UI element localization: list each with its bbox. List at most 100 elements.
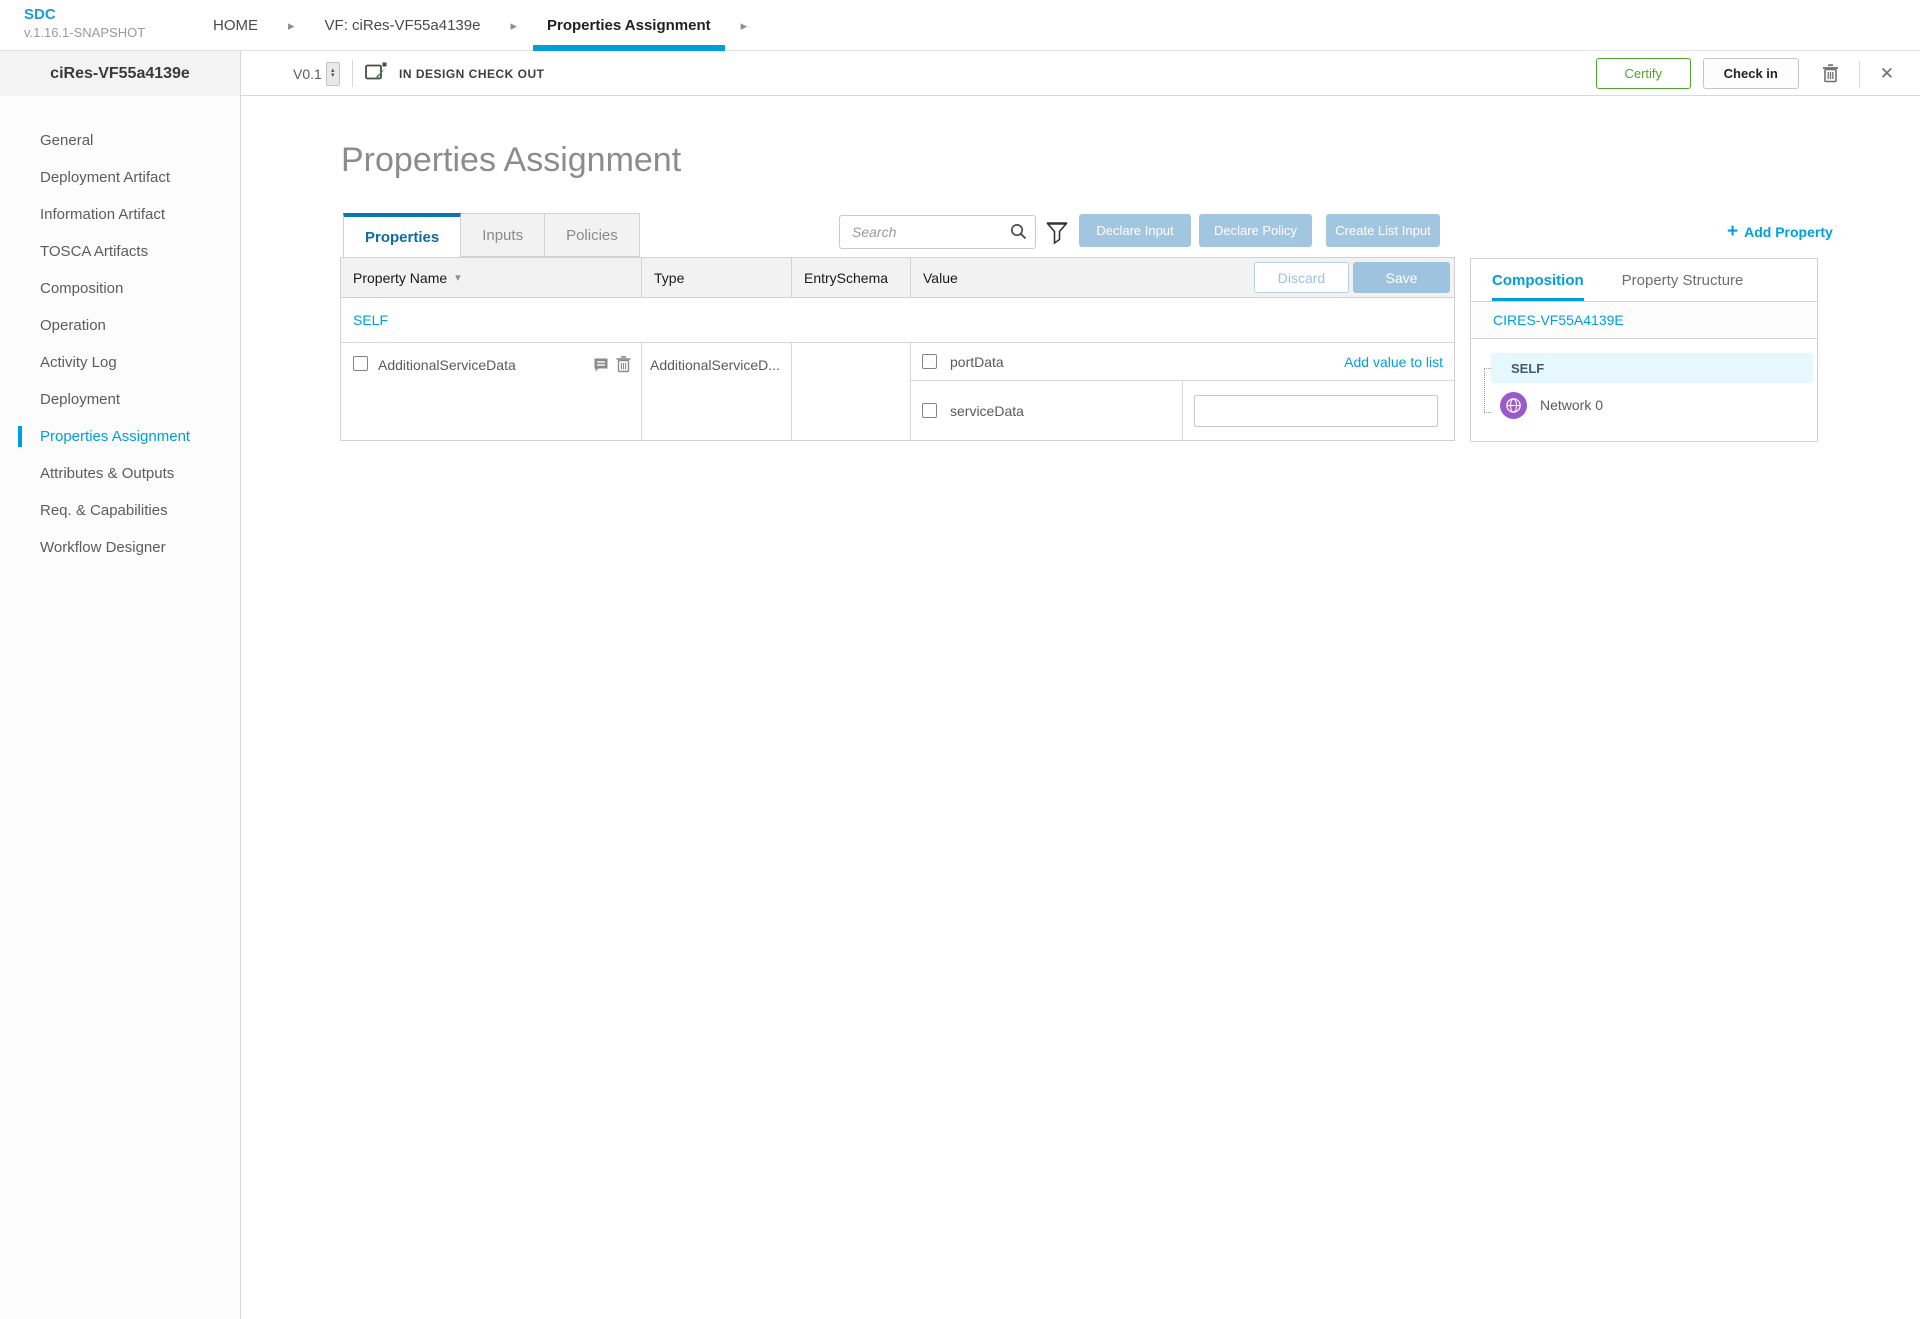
sidebar-item-tosca-artifacts[interactable]: TOSCA Artifacts — [0, 233, 240, 270]
check-in-button[interactable]: Check in — [1703, 58, 1799, 89]
tree-node-self[interactable]: SELF — [1491, 353, 1813, 383]
breadcrumb-arrow-icon: ▸ — [510, 19, 517, 32]
add-value-to-list-link[interactable]: Add value to list — [1344, 354, 1443, 370]
add-property-label: Add Property — [1744, 224, 1833, 240]
plus-icon: + — [1727, 222, 1738, 241]
sidebar-item-properties-assignment[interactable]: Properties Assignment — [0, 418, 240, 455]
sidebar-item-general[interactable]: General — [0, 122, 240, 159]
version-selector[interactable]: V0.1 ▴ ▾ — [293, 51, 340, 96]
value-item-name: serviceData — [950, 403, 1024, 419]
property-name[interactable]: AdditionalServiceData — [378, 356, 583, 373]
property-name-cell: AdditionalServiceData — [341, 343, 642, 440]
sidebar-item-attributes-outputs[interactable]: Attributes & Outputs — [0, 455, 240, 492]
property-checkbox[interactable] — [353, 356, 368, 371]
breadcrumb-vf[interactable]: VF: ciRes-VF55a4139e — [325, 0, 481, 51]
servicedata-label-area: serviceData — [911, 381, 1182, 440]
row-icons — [593, 356, 631, 378]
column-header-value: Value Discard Save — [911, 258, 1454, 297]
sidebar-item-req-capabilities[interactable]: Req. & Capabilities — [0, 492, 240, 529]
sidebar-item-deployment-artifact[interactable]: Deployment Artifact — [0, 159, 240, 196]
portdata-checkbox[interactable] — [922, 354, 937, 369]
sidebar-item-workflow-designer[interactable]: Workflow Designer — [0, 529, 240, 566]
logo-title: SDC — [24, 6, 145, 25]
active-tab-underline — [1492, 298, 1584, 301]
entity-name: ciRes-VF55a4139e — [50, 65, 190, 83]
discard-button[interactable]: Discard — [1254, 262, 1349, 293]
lifecycle-status: IN DESIGN CHECK OUT — [364, 51, 545, 96]
filter-icon[interactable] — [1046, 222, 1068, 250]
tree-node-label: Network 0 — [1540, 397, 1603, 413]
value-item-servicedata: serviceData — [911, 381, 1454, 440]
breadcrumb-home[interactable]: HOME — [213, 0, 258, 51]
search-input[interactable] — [839, 215, 1036, 249]
self-link[interactable]: SELF — [353, 312, 388, 328]
tab-composition[interactable]: Composition — [1492, 259, 1584, 301]
table-row: AdditionalServiceData — [341, 343, 1454, 440]
create-list-input-button[interactable]: Create List Input — [1326, 214, 1440, 247]
sidebar-item-deployment[interactable]: Deployment — [0, 381, 240, 418]
workspace-header: ciRes-VF55a4139e V0.1 ▴ ▾ IN DESIGN CHEC… — [0, 51, 1920, 96]
servicedata-checkbox[interactable] — [922, 403, 937, 418]
sidebar-item-activity-log[interactable]: Activity Log — [0, 344, 240, 381]
tree-connector-stub — [1484, 412, 1491, 413]
component-name-row: CIRES-VF55A4139E — [1471, 302, 1817, 339]
column-header-property-name[interactable]: Property Name ▾ — [341, 258, 642, 297]
sidebar-item-operation[interactable]: Operation — [0, 307, 240, 344]
header-label: Value — [923, 270, 958, 286]
value-cell: portData Add value to list serviceData — [911, 343, 1454, 440]
entity-name-block: ciRes-VF55a4139e — [0, 51, 241, 96]
header-divider — [352, 60, 353, 87]
servicedata-input-area — [1182, 381, 1454, 440]
self-group-row: SELF — [341, 298, 1454, 343]
tab-property-structure[interactable]: Property Structure — [1622, 259, 1744, 301]
comment-icon[interactable] — [593, 357, 609, 378]
tree-connector — [1484, 368, 1485, 412]
tab-label: Composition — [1492, 272, 1584, 289]
sdc-app: SDC v.1.16.1-SNAPSHOT HOME ▸ VF: ciRes-V… — [0, 0, 1920, 1319]
tree-connector-stub — [1484, 368, 1491, 369]
certify-button[interactable]: Certify — [1596, 58, 1691, 89]
version-spinner[interactable]: ▴ ▾ — [326, 62, 340, 86]
value-item-portdata: portData Add value to list — [911, 343, 1454, 381]
status-label: IN DESIGN CHECK OUT — [399, 67, 545, 81]
sdc-logo: SDC v.1.16.1-SNAPSHOT — [24, 6, 145, 41]
header-actions-divider — [1859, 61, 1860, 87]
servicedata-value-input[interactable] — [1194, 395, 1438, 427]
right-panel-tabs: Composition Property Structure — [1471, 259, 1817, 302]
declare-input-button[interactable]: Declare Input — [1079, 214, 1191, 247]
sidebar-menu: General Deployment Artifact Information … — [0, 96, 241, 1319]
breadcrumb: HOME ▸ VF: ciRes-VF55a4139e ▸ Properties… — [213, 0, 747, 51]
column-header-entryschema[interactable]: EntrySchema — [792, 258, 911, 297]
component-name-link[interactable]: CIRES-VF55A4139E — [1493, 312, 1624, 328]
sort-caret-icon: ▾ — [455, 271, 461, 284]
caret-down-icon: ▾ — [331, 74, 335, 78]
delete-icon[interactable] — [1818, 60, 1843, 87]
declare-policy-button[interactable]: Declare Policy — [1199, 214, 1312, 247]
sidebar-item-information-artifact[interactable]: Information Artifact — [0, 196, 240, 233]
breadcrumb-arrow-icon: ▸ — [741, 19, 748, 32]
tab-inputs[interactable]: Inputs — [461, 213, 545, 257]
header-actions: Certify Check in ✕ — [1596, 51, 1898, 96]
add-property-button[interactable]: + Add Property — [1727, 222, 1833, 241]
entry-schema-cell — [792, 343, 911, 440]
breadcrumb-label: Properties Assignment — [547, 17, 711, 34]
property-type-cell: AdditionalServiceD... — [642, 343, 792, 440]
table-header-row: Property Name ▾ Type EntrySchema Value D… — [341, 258, 1454, 298]
breadcrumb-properties-assignment[interactable]: Properties Assignment — [547, 0, 711, 51]
properties-table: Property Name ▾ Type EntrySchema Value D… — [340, 257, 1455, 441]
tree-node-network[interactable]: Network 0 — [1491, 383, 1817, 427]
network-icon — [1500, 392, 1527, 419]
sidebar-item-composition[interactable]: Composition — [0, 270, 240, 307]
tab-policies[interactable]: Policies — [545, 213, 640, 257]
properties-tabs: Properties Inputs Policies — [343, 213, 640, 257]
tab-properties[interactable]: Properties — [343, 213, 461, 257]
breadcrumb-arrow-icon: ▸ — [288, 19, 295, 32]
page-title: Properties Assignment — [341, 141, 681, 180]
delete-property-icon[interactable] — [616, 356, 631, 378]
active-item-indicator — [18, 426, 22, 447]
sidebar-item-label: Properties Assignment — [40, 428, 190, 445]
design-checkout-icon — [364, 61, 389, 87]
column-header-type[interactable]: Type — [642, 258, 792, 297]
save-button[interactable]: Save — [1353, 262, 1450, 293]
close-icon[interactable]: ✕ — [1876, 60, 1898, 88]
